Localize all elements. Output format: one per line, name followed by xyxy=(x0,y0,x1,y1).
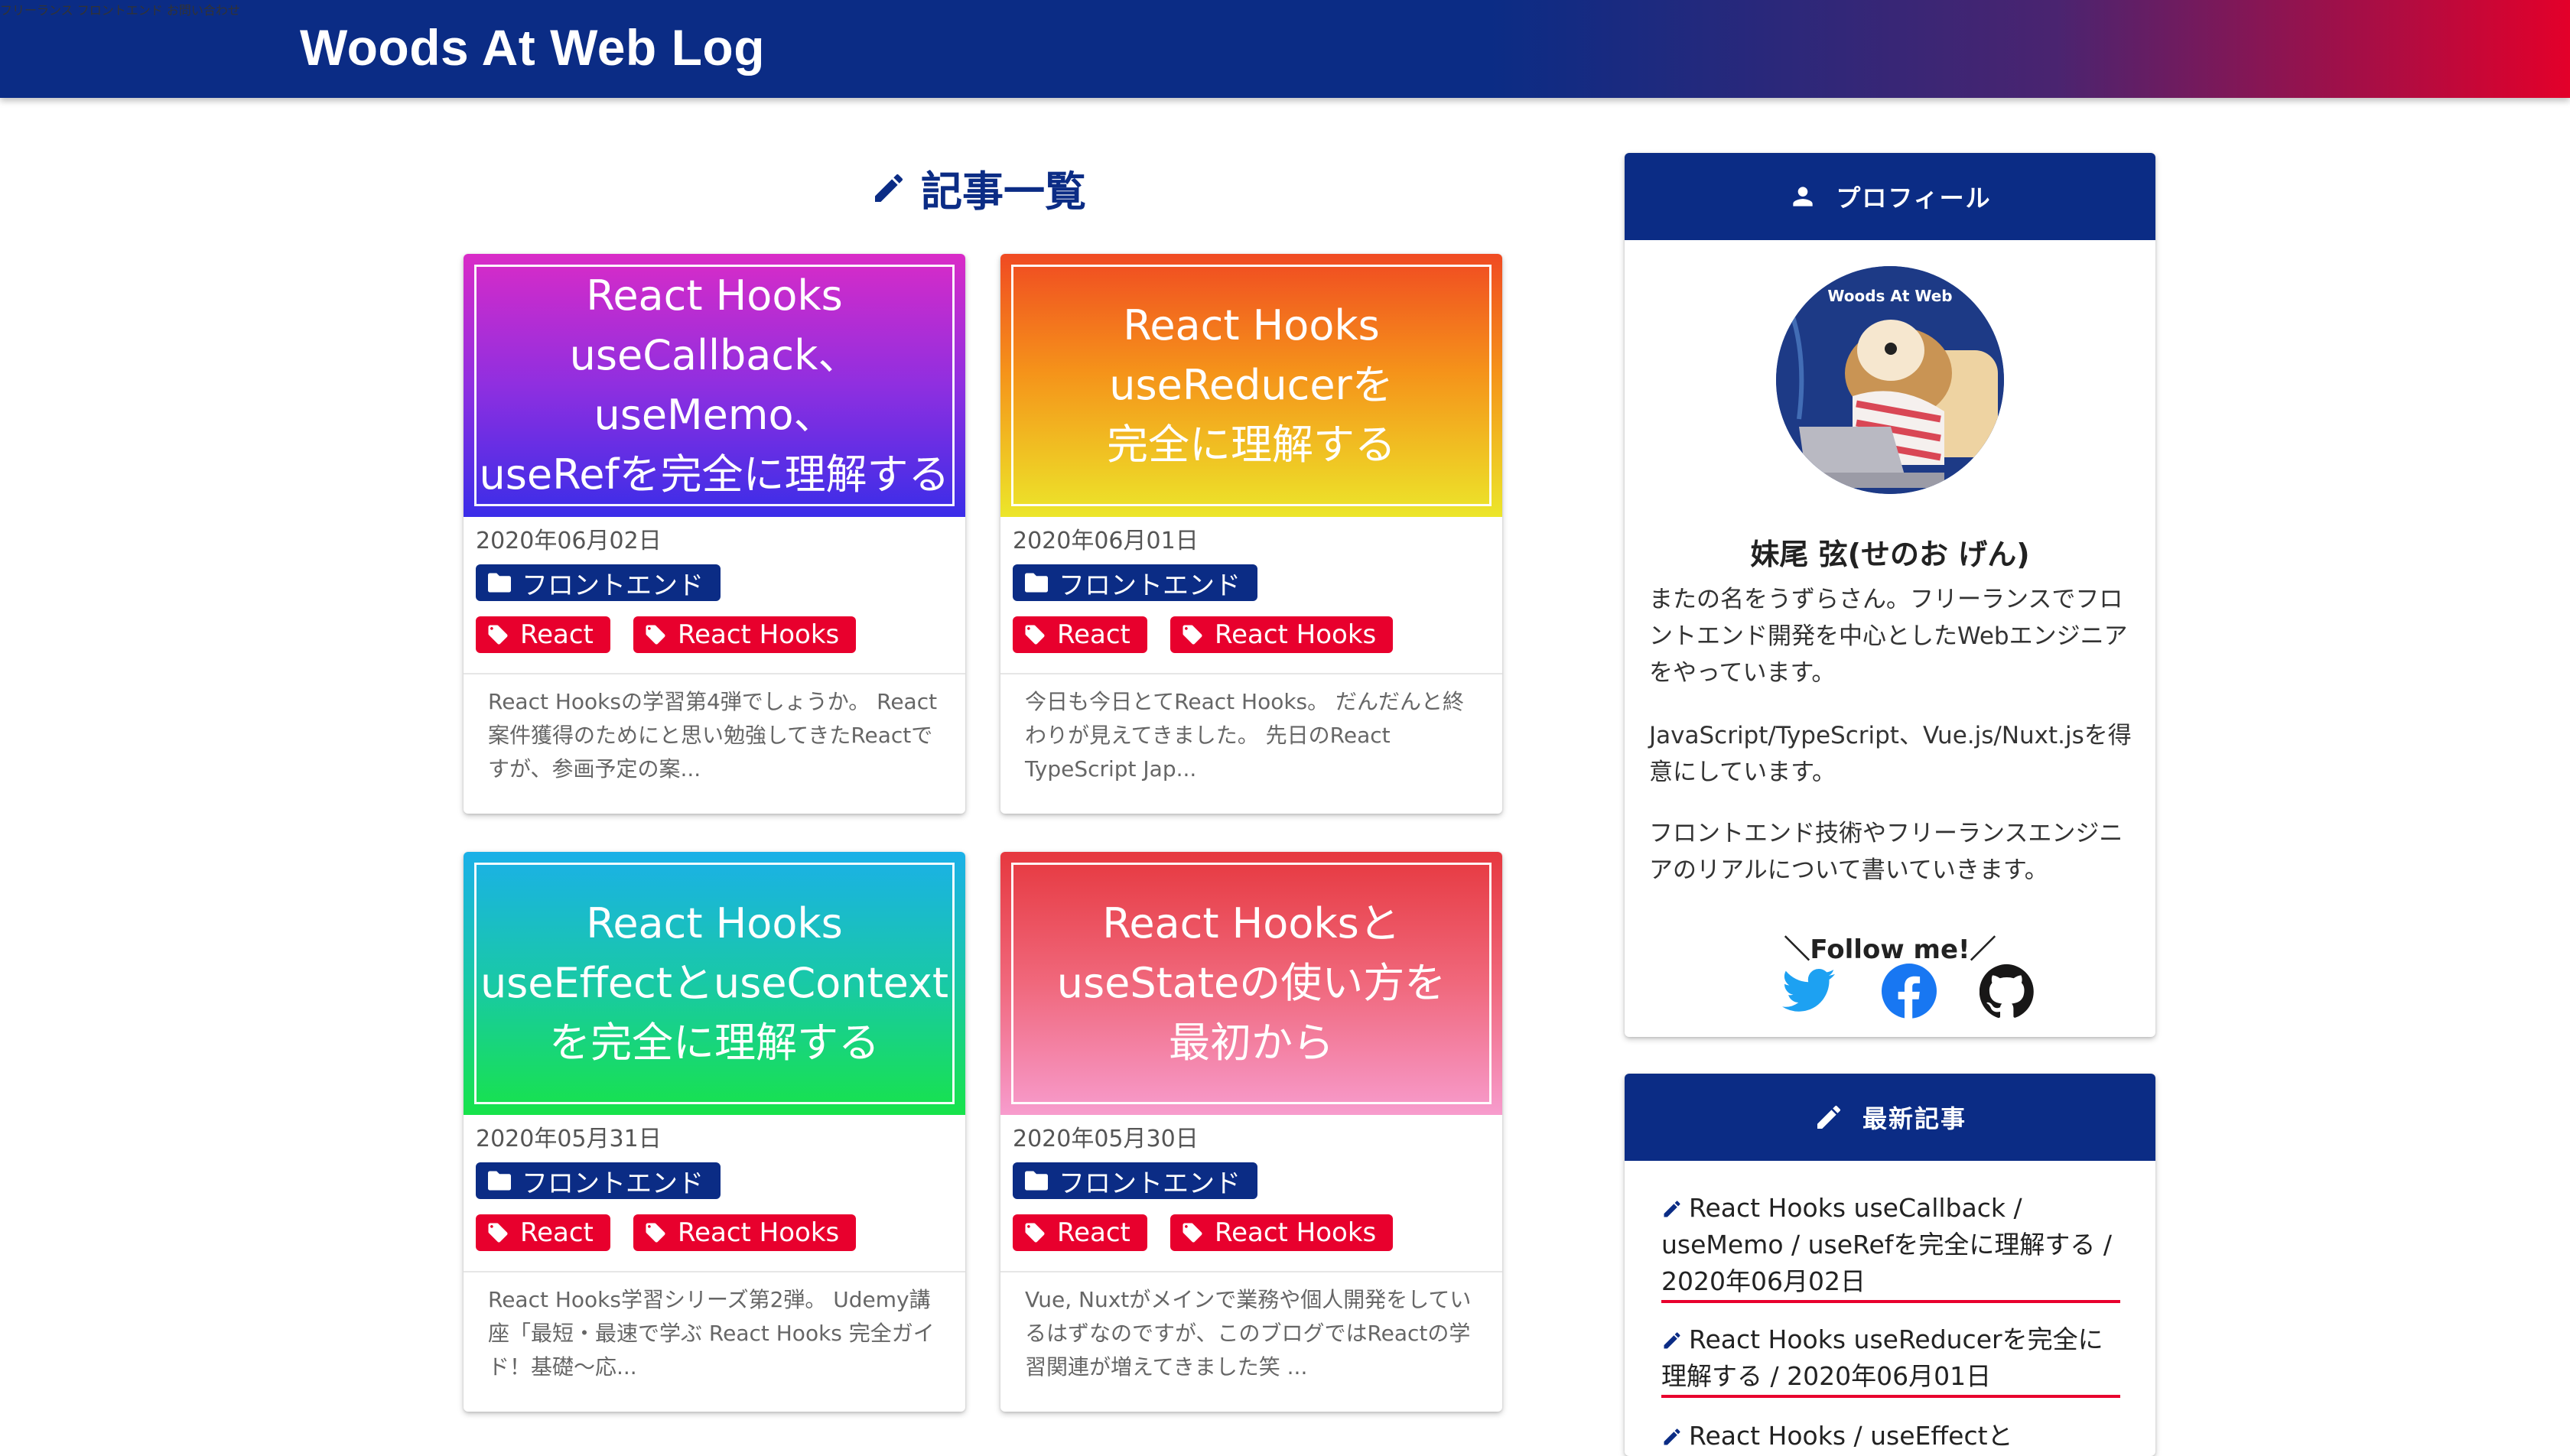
avatar-illustration: Woods At Web xyxy=(1776,266,2004,494)
folder-icon xyxy=(1025,1171,1048,1191)
tag-badge[interactable]: React Hooks xyxy=(633,616,857,653)
article-thumbnail[interactable]: React Hooks useCallback、useMemo、 useRefを… xyxy=(464,254,965,517)
tag-icon xyxy=(646,625,665,645)
facebook-icon[interactable] xyxy=(1882,964,1937,1019)
recent-divider xyxy=(1661,1395,2120,1398)
card-divider xyxy=(464,1271,965,1272)
article-excerpt: Vue, Nuxtがメインで業務や個人開発をしているはずなのですが、このブログで… xyxy=(1025,1287,1472,1380)
tag-badge[interactable]: React xyxy=(1013,616,1147,653)
tag-icon xyxy=(488,625,508,645)
card-divider xyxy=(464,673,965,674)
category-badge[interactable]: フロントエンド xyxy=(1013,564,1257,601)
site-title[interactable]: Woods At Web Log xyxy=(300,18,765,76)
avatar-text: Woods At Web xyxy=(1827,287,1952,305)
article-card[interactable]: React Hooks useEffectとuseContext を完全に理解す… xyxy=(464,852,965,1412)
article-thumbnail-title: React Hooks useEffectとuseContext を完全に理解す… xyxy=(480,899,949,1067)
card-divider xyxy=(1000,1271,1502,1272)
category-label: フロントエンド xyxy=(1059,570,1241,601)
pencil-icon xyxy=(1817,1105,1840,1129)
recent-widget-header: 最新記事 xyxy=(1625,1074,2155,1161)
tag-label: React Hooks xyxy=(1215,1217,1377,1248)
folder-icon xyxy=(488,573,511,593)
article-date: 2020年05月30日 xyxy=(1013,1126,1199,1152)
tag-label: React xyxy=(1057,619,1130,650)
article-card[interactable]: React Hooks useCallback、useMemo、 useRefを… xyxy=(464,254,965,814)
tag-label: React Hooks xyxy=(678,619,840,650)
tag-badge[interactable]: React Hooks xyxy=(1170,616,1394,653)
article-thumbnail-title: React Hooks useReducerを 完全に理解する xyxy=(1107,301,1396,469)
article-date: 2020年06月02日 xyxy=(476,528,662,554)
nav-item-frontend[interactable]: フロントエンド xyxy=(77,3,163,18)
profile-bio: JavaScript/TypeScript、Vue.js/Nuxt.jsを得意に… xyxy=(1649,722,2132,786)
profile-widget: プロフィール Woods At Web 妹尾 弦(せのお げん) またの名をうず… xyxy=(1625,153,2155,1037)
pencil-icon xyxy=(1664,1332,1680,1349)
article-card[interactable]: React Hooks useReducerを 完全に理解する 2020年06月… xyxy=(1000,254,1502,814)
tag-label: React Hooks xyxy=(678,1217,840,1248)
category-badge[interactable]: フロントエンド xyxy=(476,1162,721,1199)
article-thumbnail[interactable]: React Hooks useReducerを 完全に理解する xyxy=(1000,254,1502,517)
folder-icon xyxy=(1025,573,1048,593)
profile-name: 妹尾 弦(せのお げん) xyxy=(1750,538,2030,571)
recent-posts-widget: 最新記事 React Hooks useCallback / useMemo /… xyxy=(1625,1074,2155,1456)
site-header: Woods At Web Log フリーランス フロントエンド お問い合わせ xyxy=(0,0,2570,98)
pencil-icon xyxy=(1664,1201,1680,1217)
folder-icon xyxy=(488,1171,511,1191)
tag-badge[interactable]: React xyxy=(476,1214,610,1251)
pencil-icon xyxy=(875,174,903,202)
avatar: Woods At Web xyxy=(1776,266,2004,494)
profile-widget-header: プロフィール xyxy=(1625,153,2155,240)
recent-post-link[interactable]: React Hooks useReducerを完全に理解する / 2020年06… xyxy=(1661,1321,2120,1398)
nav-item-contact[interactable]: お問い合わせ xyxy=(167,3,240,18)
card-divider xyxy=(1000,673,1502,674)
category-badge[interactable]: フロントエンド xyxy=(476,564,721,601)
profile-bio: フロントエンド技術やフリーランスエンジニアのリアルについて書いていきます。 xyxy=(1649,820,2123,884)
recent-post-link[interactable]: React Hooks / useEffectと xyxy=(1661,1418,2120,1451)
recent-divider xyxy=(1661,1300,2120,1303)
article-excerpt: 今日も今日とてReact Hooks。 だんだんと終わりが見えてきました。 先日… xyxy=(1025,689,1465,782)
tag-label: React xyxy=(520,619,594,650)
tag-icon xyxy=(646,1223,665,1243)
pencil-icon xyxy=(1664,1428,1680,1445)
recent-post-link[interactable]: React Hooks useCallback / useMemo / useR… xyxy=(1661,1190,2120,1303)
section-title-text: 記事一覧 xyxy=(921,167,1086,216)
tag-icon xyxy=(1025,1223,1045,1243)
tag-label: React Hooks xyxy=(1215,619,1377,650)
tag-label: React xyxy=(1057,1217,1130,1248)
twitter-icon[interactable] xyxy=(1782,964,1837,1019)
article-date: 2020年05月31日 xyxy=(476,1126,662,1152)
profile-widget-title: プロフィール xyxy=(1836,184,1992,213)
profile-bio: またの名をうずらさん。フリーランスでフロントエンド開発を中心としたWebエンジニ… xyxy=(1649,586,2128,687)
person-icon xyxy=(1793,187,1813,206)
article-thumbnail[interactable]: React Hooks useEffectとuseContext を完全に理解す… xyxy=(464,852,965,1115)
github-icon[interactable] xyxy=(1980,964,2035,1019)
recent-post-title: React Hooks useCallback / useMemo / useR… xyxy=(1661,1193,2113,1296)
tag-badge[interactable]: React xyxy=(1013,1214,1147,1251)
tag-label: React xyxy=(520,1217,594,1248)
nav-item-freelance[interactable]: フリーランス xyxy=(0,3,73,18)
category-label: フロントエンド xyxy=(522,570,704,601)
article-card[interactable]: React Hooksと useStateの使い方を 最初から 2020年05月… xyxy=(1000,852,1502,1412)
category-label: フロントエンド xyxy=(522,1168,704,1199)
tag-badge[interactable]: React Hooks xyxy=(1170,1214,1394,1251)
category-badge[interactable]: フロントエンド xyxy=(1013,1162,1257,1199)
article-date: 2020年06月01日 xyxy=(1013,528,1199,554)
tag-badge[interactable]: React Hooks xyxy=(633,1214,857,1251)
recent-widget-title: 最新記事 xyxy=(1862,1104,1967,1133)
section-title: 記事一覧 xyxy=(870,158,1086,218)
tag-badge[interactable]: React xyxy=(476,616,610,653)
tag-icon xyxy=(488,1223,508,1243)
tag-icon xyxy=(1183,1223,1202,1243)
article-excerpt: React Hooksの学習第4弾でしょうか。 React案件獲得のためにと思い… xyxy=(488,689,938,782)
article-thumbnail-title: React Hooksと useStateの使い方を 最初から xyxy=(1056,899,1446,1067)
tag-icon xyxy=(1025,625,1045,645)
recent-post-title: React Hooks useReducerを完全に理解する / 2020年06… xyxy=(1661,1324,2103,1391)
category-label: フロントエンド xyxy=(1059,1168,1241,1199)
article-excerpt: React Hooks学習シリーズ第2弾。 Udemy講座「最短・最速で学ぶ R… xyxy=(488,1287,935,1380)
article-thumbnail-title: React Hooks useCallback、useMemo、 useRefを… xyxy=(479,271,950,499)
tag-icon xyxy=(1183,625,1202,645)
follow-label: ＼Follow me!／ xyxy=(1784,934,1996,965)
article-thumbnail[interactable]: React Hooksと useStateの使い方を 最初から xyxy=(1000,852,1502,1115)
